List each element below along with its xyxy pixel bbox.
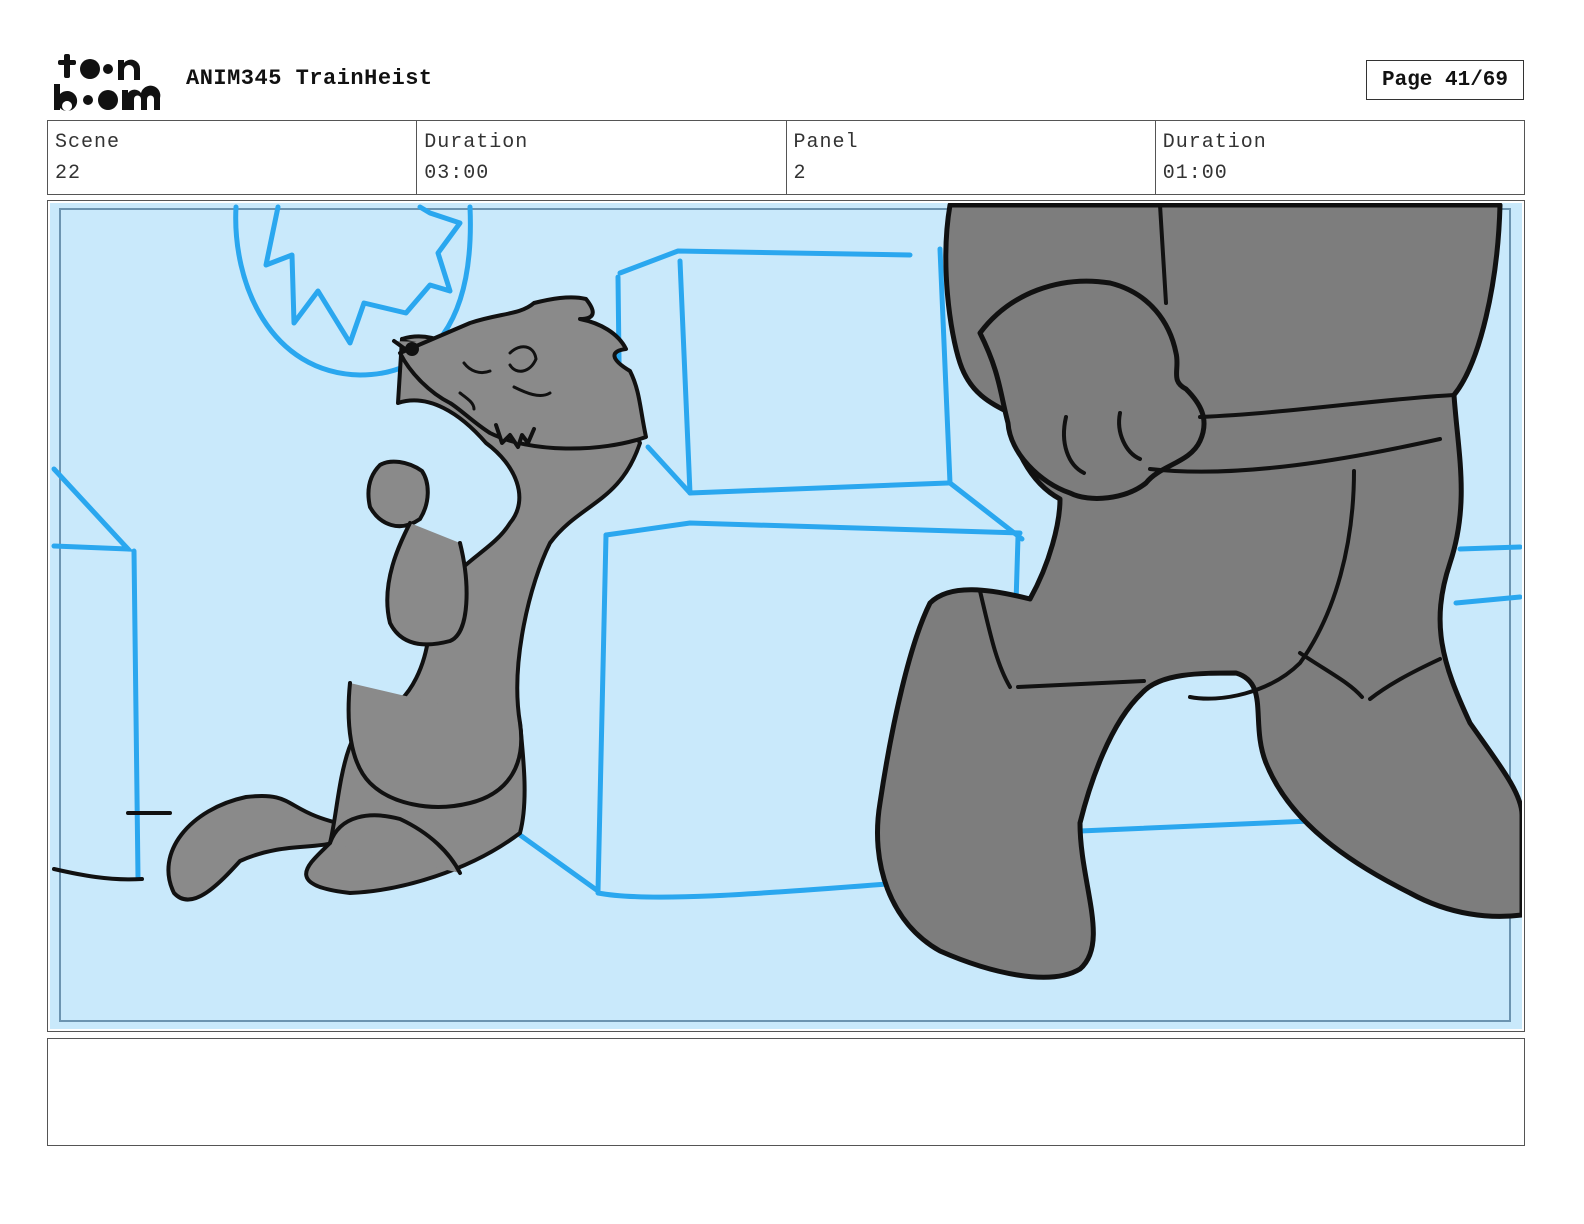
scene-info-table: Scene 22 Duration 03:00 Panel 2 Duration…: [47, 120, 1525, 195]
panel-duration-cell: Duration 01:00: [1154, 121, 1524, 194]
panel-label: Panel: [793, 131, 859, 154]
scene-label: Scene: [55, 131, 121, 154]
scene-duration-label: Duration: [424, 131, 529, 154]
scene-value: 22: [55, 162, 82, 185]
panel-duration-label: Duration: [1162, 131, 1267, 154]
storyboard-panel: [47, 200, 1525, 1032]
panel-cell: Panel 2: [785, 121, 1155, 194]
panel-notes: [47, 1038, 1525, 1146]
panel-value: 2: [793, 162, 807, 185]
toon-boom-logo: [54, 54, 161, 111]
panel-duration-value: 01:00: [1162, 162, 1228, 185]
page-number: Page 41/69: [1366, 60, 1524, 100]
small-character-nose: [405, 342, 419, 356]
scene-duration-cell: Duration 03:00: [416, 121, 785, 194]
scene-cell: Scene 22: [48, 121, 416, 194]
project-title: ANIM345 TrainHeist: [186, 66, 433, 91]
panel-drawing: [50, 203, 1522, 1029]
scene-duration-value: 03:00: [424, 162, 490, 185]
